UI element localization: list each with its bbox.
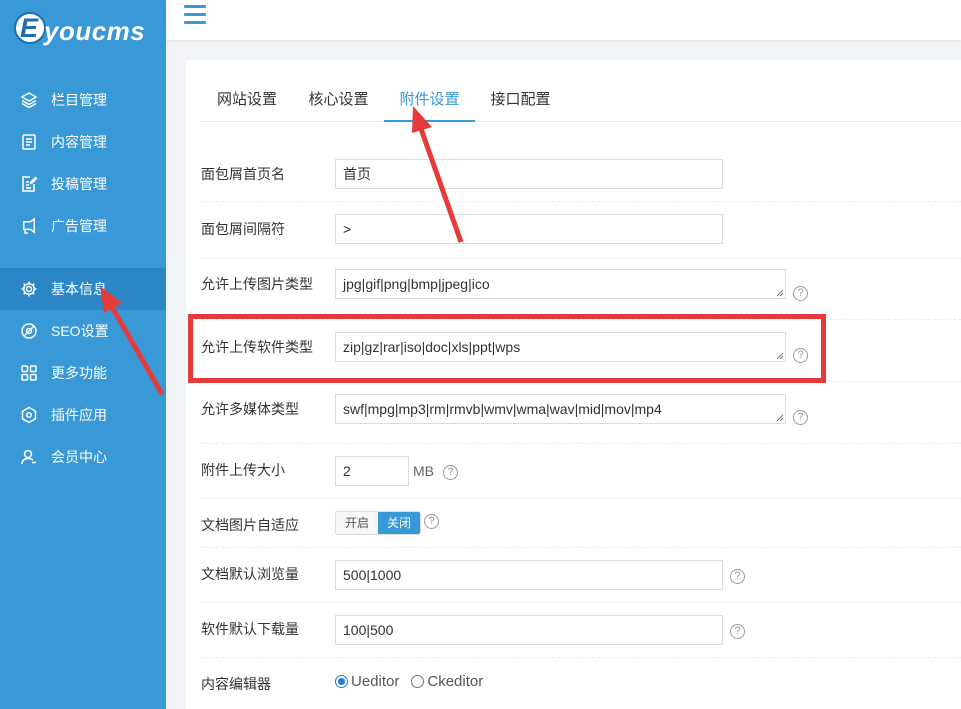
grid-icon <box>20 364 38 382</box>
image-types-textarea[interactable]: jpg|gif|png|bmp|jpeg|ico <box>335 269 786 299</box>
breadcrumb-separator-input[interactable]: > <box>335 214 723 244</box>
help-icon[interactable]: ? <box>730 624 745 639</box>
sidebar-item-label: SEO设置 <box>51 323 109 339</box>
breadcrumb-home-input[interactable]: 首页 <box>335 159 723 189</box>
image-adapt-switch[interactable]: 开启 关闭 <box>335 511 422 535</box>
form-row-upload-size: 附件上传大小 2 MB ? <box>201 444 961 499</box>
sidebar-item-label: 广告管理 <box>51 218 107 234</box>
sidebar-item-submission-management[interactable]: 投稿管理 <box>0 163 166 205</box>
sidebar-item-ad-management[interactable]: 广告管理 <box>0 205 166 247</box>
radio-label-ueditor[interactable]: Ueditor <box>351 673 399 690</box>
radio-ckeditor[interactable] <box>411 675 425 688</box>
logo-text: youcms <box>44 16 146 46</box>
sidebar-item-content-management[interactable]: 内容管理 <box>0 121 166 163</box>
seo-icon <box>20 322 38 340</box>
annotation-highlight-box <box>188 314 826 383</box>
upload-size-input[interactable]: 2 <box>335 456 409 486</box>
edit-document-icon <box>20 175 38 193</box>
sidebar-item-seo[interactable]: SEO设置 <box>0 310 166 352</box>
form-row-default-views: 文档默认浏览量 500|1000 ? <box>201 548 961 603</box>
tab-core-settings[interactable]: 核心设置 <box>293 82 384 122</box>
form-row-image-adapt: 文档图片自适应 开启 关闭 ? <box>201 499 961 548</box>
sidebar-item-label: 投稿管理 <box>51 176 107 192</box>
textarea-value: swf|mpg|mp3|rm|rmvb|wmv|wma|wav|mid|mov|… <box>343 401 662 417</box>
sidebar-item-more-features[interactable]: 更多功能 <box>0 352 166 394</box>
form-row-editor: 内容编辑器 Ueditor Ckeditor <box>201 658 961 709</box>
sidebar-item-member-center[interactable]: 会员中心 <box>0 436 166 478</box>
radio-label-ckeditor[interactable]: Ckeditor <box>427 673 483 690</box>
tab-attachment-settings[interactable]: 附件设置 <box>384 82 475 122</box>
tab-api-config[interactable]: 接口配置 <box>475 82 566 122</box>
sidebar-item-plugins[interactable]: 插件应用 <box>0 394 166 436</box>
upload-size-unit: MB <box>413 463 434 479</box>
field-label: 面包屑间隔符 <box>201 221 285 237</box>
tab-site-settings[interactable]: 网站设置 <box>201 82 293 122</box>
field-label: 允许上传图片类型 <box>201 276 313 292</box>
resize-grip-icon[interactable] <box>776 289 784 297</box>
form-row-media-types: 允许多媒体类型 swf|mpg|mp3|rm|rmvb|wmv|wma|wav|… <box>201 382 961 444</box>
hamburger-menu-icon[interactable] <box>184 5 206 25</box>
help-icon[interactable]: ? <box>443 465 458 480</box>
ad-icon <box>20 217 38 235</box>
sidebar-item-label: 更多功能 <box>51 365 107 381</box>
sidebar: E youcms 栏目管理 内容管理 投稿管理 广告管理 基本信息 SEO设置 … <box>0 0 166 709</box>
help-icon[interactable]: ? <box>730 569 745 584</box>
help-icon[interactable]: ? <box>793 286 808 301</box>
field-label: 文档图片自适应 <box>201 517 299 533</box>
field-label: 文档默认浏览量 <box>201 566 299 582</box>
radio-ueditor[interactable] <box>335 675 348 688</box>
layers-icon <box>20 91 38 109</box>
logo-letter: E <box>19 13 38 43</box>
form-row-breadcrumb-home: 面包屑首页名 首页 <box>201 148 961 202</box>
field-label: 内容编辑器 <box>201 676 271 692</box>
form-row-image-types: 允许上传图片类型 jpg|gif|png|bmp|jpeg|ico ? <box>201 259 961 320</box>
textarea-value: jpg|gif|png|bmp|jpeg|ico <box>343 276 490 292</box>
switch-off-option[interactable]: 关闭 <box>378 512 421 534</box>
media-types-textarea[interactable]: swf|mpg|mp3|rm|rmvb|wmv|wma|wav|mid|mov|… <box>335 394 786 424</box>
tab-bar: 网站设置 核心设置 附件设置 接口配置 <box>201 82 961 122</box>
top-bar <box>166 0 961 40</box>
field-label: 面包屑首页名 <box>201 166 285 182</box>
sidebar-item-label: 栏目管理 <box>51 92 107 108</box>
switch-on-option[interactable]: 开启 <box>336 512 379 534</box>
field-label: 软件默认下载量 <box>201 621 299 637</box>
help-icon[interactable]: ? <box>424 514 439 529</box>
form-row-breadcrumb-separator: 面包屑间隔符 > <box>201 202 961 259</box>
resize-grip-icon[interactable] <box>776 414 784 422</box>
default-downloads-input[interactable]: 100|500 <box>335 615 723 645</box>
sidebar-item-column-management[interactable]: 栏目管理 <box>0 79 166 121</box>
document-icon <box>20 133 38 151</box>
help-icon[interactable]: ? <box>793 410 808 425</box>
plugin-icon <box>20 406 38 424</box>
logo[interactable]: E youcms <box>14 12 154 52</box>
user-icon <box>20 448 38 466</box>
sidebar-item-label: 插件应用 <box>51 407 107 423</box>
sidebar-item-label: 内容管理 <box>51 134 107 150</box>
sidebar-item-basic-info[interactable]: 基本信息 <box>0 268 166 310</box>
field-label: 允许多媒体类型 <box>201 401 299 417</box>
form-row-default-downloads: 软件默认下载量 100|500 ? <box>201 603 961 658</box>
sidebar-item-label: 基本信息 <box>51 281 107 297</box>
field-label: 附件上传大小 <box>201 462 285 478</box>
gear-icon <box>20 280 38 298</box>
default-views-input[interactable]: 500|1000 <box>335 560 723 590</box>
editor-radio-group: Ueditor Ckeditor <box>335 673 495 690</box>
sidebar-item-label: 会员中心 <box>51 449 107 465</box>
